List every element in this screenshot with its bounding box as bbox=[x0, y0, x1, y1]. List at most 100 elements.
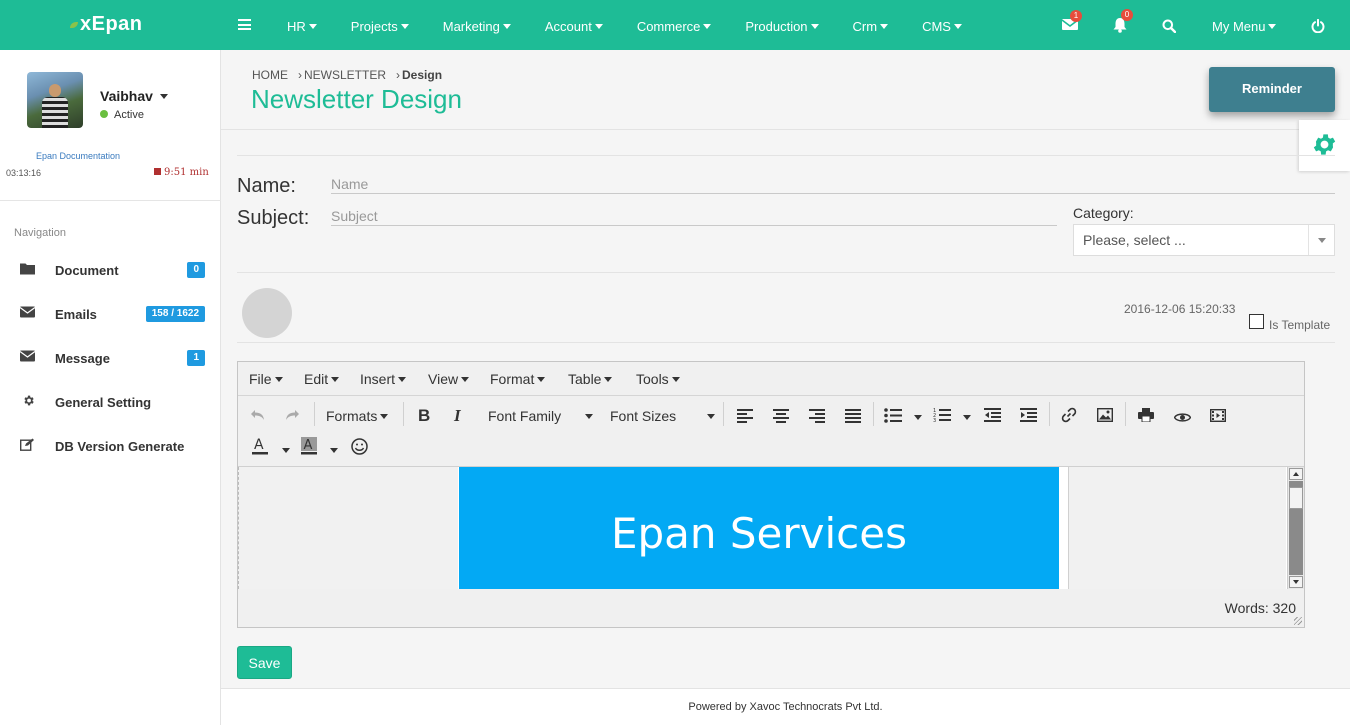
settings-panel-toggle[interactable] bbox=[1299, 120, 1350, 171]
chevron-down-icon[interactable] bbox=[582, 408, 593, 424]
message-count-badge: 1 bbox=[187, 350, 205, 366]
numbered-list-icon[interactable]: 123 bbox=[933, 407, 951, 426]
scroll-down-arrow-icon[interactable] bbox=[1289, 576, 1303, 588]
emoticon-icon[interactable] bbox=[351, 438, 368, 458]
breadcrumb-home[interactable]: HOME bbox=[252, 68, 288, 82]
chevron-down-icon[interactable] bbox=[327, 442, 338, 458]
is-template-label: Is Template bbox=[1269, 318, 1331, 332]
nav-projects[interactable]: Projects bbox=[334, 0, 426, 50]
time-elapsed: 03:13:16 bbox=[6, 168, 42, 178]
nav-production[interactable]: Production bbox=[728, 0, 835, 50]
mail-icon[interactable]: 1 bbox=[1061, 10, 1082, 34]
chevron-down-icon[interactable] bbox=[279, 442, 290, 458]
chevron-down-icon[interactable] bbox=[704, 408, 715, 424]
newsletter-image-placeholder[interactable] bbox=[242, 288, 292, 338]
created-datetime: 2016-12-06 15:20:33 bbox=[1124, 302, 1236, 316]
menu-format[interactable]: Format bbox=[490, 371, 546, 387]
align-center-icon[interactable] bbox=[773, 409, 789, 426]
menu-tools[interactable]: Tools bbox=[636, 371, 680, 387]
editor-content-area[interactable]: Epan Services bbox=[238, 466, 1304, 589]
nav-cms[interactable]: CMS bbox=[905, 0, 979, 50]
formats-dropdown[interactable]: Formats bbox=[326, 408, 389, 424]
bold-icon[interactable]: B bbox=[418, 406, 430, 426]
newsletter-banner[interactable]: Epan Services bbox=[459, 467, 1059, 589]
nav-crm[interactable]: Crm bbox=[836, 0, 906, 50]
svg-text:A: A bbox=[254, 437, 264, 453]
align-justify-icon[interactable] bbox=[845, 409, 861, 426]
svg-text:3: 3 bbox=[933, 418, 936, 423]
subject-input[interactable] bbox=[331, 206, 1057, 226]
chevron-right-icon: › bbox=[396, 68, 401, 82]
background-color-icon[interactable]: A bbox=[301, 437, 317, 458]
editor-scrollbar[interactable] bbox=[1287, 467, 1304, 589]
page-title: Newsletter Design bbox=[251, 84, 462, 114]
nav-account[interactable]: Account bbox=[528, 0, 620, 50]
menu-view[interactable]: View bbox=[428, 371, 470, 387]
align-left-icon[interactable] bbox=[737, 409, 753, 426]
bell-badge: 0 bbox=[1121, 9, 1133, 21]
sidebar: Vaibhav Active Epan Documentation 03:13:… bbox=[0, 50, 221, 725]
link-icon[interactable] bbox=[1061, 407, 1077, 426]
breadcrumb: HOME › NEWSLETTER › Design bbox=[252, 68, 442, 82]
hamburger-menu-icon[interactable] bbox=[238, 19, 251, 30]
text-color-icon[interactable]: A bbox=[252, 437, 268, 458]
stop-icon bbox=[154, 168, 161, 175]
name-input[interactable] bbox=[331, 174, 1335, 194]
chevron-down-icon[interactable] bbox=[960, 409, 971, 425]
redo-icon[interactable] bbox=[284, 408, 300, 425]
bell-icon[interactable]: 0 bbox=[1113, 9, 1133, 36]
name-label: Name: bbox=[237, 175, 296, 197]
app-logo[interactable]: xEpan bbox=[70, 13, 143, 36]
outdent-icon[interactable] bbox=[984, 408, 1001, 425]
nav-hr[interactable]: HR bbox=[270, 0, 334, 50]
mail-badge: 1 bbox=[1070, 10, 1082, 22]
italic-icon[interactable]: I bbox=[454, 406, 461, 426]
menu-file[interactable]: File bbox=[249, 371, 283, 387]
caret-down-icon bbox=[703, 24, 712, 29]
font-family-dropdown[interactable]: Font Family bbox=[488, 408, 561, 424]
reminder-button[interactable]: Reminder bbox=[1209, 67, 1335, 112]
word-count: Words: 320 bbox=[1224, 600, 1296, 616]
menu-edit[interactable]: Edit bbox=[304, 371, 340, 387]
nav-commerce[interactable]: Commerce bbox=[620, 0, 729, 50]
sidebar-item-general-setting[interactable]: General Setting bbox=[0, 387, 221, 417]
search-icon[interactable] bbox=[1162, 19, 1177, 36]
form-divider bbox=[237, 155, 1335, 156]
scrollbar-thumb[interactable] bbox=[1289, 487, 1303, 509]
preview-eye-icon[interactable] bbox=[1173, 410, 1192, 426]
bullet-list-icon[interactable] bbox=[884, 408, 902, 426]
my-menu-dropdown[interactable]: My Menu bbox=[1212, 0, 1277, 50]
undo-icon[interactable] bbox=[250, 408, 266, 425]
font-sizes-dropdown[interactable]: Font Sizes bbox=[610, 408, 676, 424]
menu-table[interactable]: Table bbox=[568, 371, 613, 387]
indent-icon[interactable] bbox=[1020, 408, 1037, 425]
caret-down-icon bbox=[594, 24, 603, 29]
form-divider bbox=[237, 272, 1335, 273]
nav-marketing[interactable]: Marketing bbox=[426, 0, 528, 50]
power-icon[interactable] bbox=[1311, 18, 1325, 36]
is-template-checkbox[interactable] bbox=[1249, 314, 1264, 329]
category-select[interactable]: Please, select ... bbox=[1073, 224, 1335, 256]
editor-menubar: File Edit Insert View Format Table Tools bbox=[238, 362, 1304, 396]
resize-handle-icon[interactable] bbox=[1294, 617, 1302, 625]
sidebar-item-emails[interactable]: Emails 158 / 1622 bbox=[0, 299, 221, 329]
user-name-dropdown[interactable]: Vaibhav bbox=[100, 88, 168, 104]
scroll-up-arrow-icon[interactable] bbox=[1289, 468, 1303, 480]
caret-down-icon bbox=[400, 24, 409, 29]
menu-insert[interactable]: Insert bbox=[360, 371, 407, 387]
sidebar-item-db-version-generate[interactable]: DB Version Generate bbox=[0, 431, 221, 461]
breadcrumb-current: Design bbox=[402, 68, 443, 82]
chevron-down-icon[interactable] bbox=[911, 409, 922, 425]
media-video-icon[interactable] bbox=[1209, 408, 1227, 425]
sidebar-item-document[interactable]: Document 0 bbox=[0, 255, 221, 285]
user-status: Active bbox=[100, 109, 144, 121]
breadcrumb-newsletter[interactable]: NEWSLETTER bbox=[304, 68, 386, 82]
save-button[interactable]: Save bbox=[237, 646, 292, 679]
align-right-icon[interactable] bbox=[809, 409, 825, 426]
print-icon[interactable] bbox=[1138, 408, 1154, 425]
avatar[interactable] bbox=[27, 72, 83, 128]
sidebar-item-message[interactable]: Message 1 bbox=[0, 343, 221, 373]
documentation-link[interactable]: Epan Documentation bbox=[36, 151, 120, 161]
caret-down-icon bbox=[502, 24, 511, 29]
image-icon[interactable] bbox=[1096, 407, 1114, 425]
